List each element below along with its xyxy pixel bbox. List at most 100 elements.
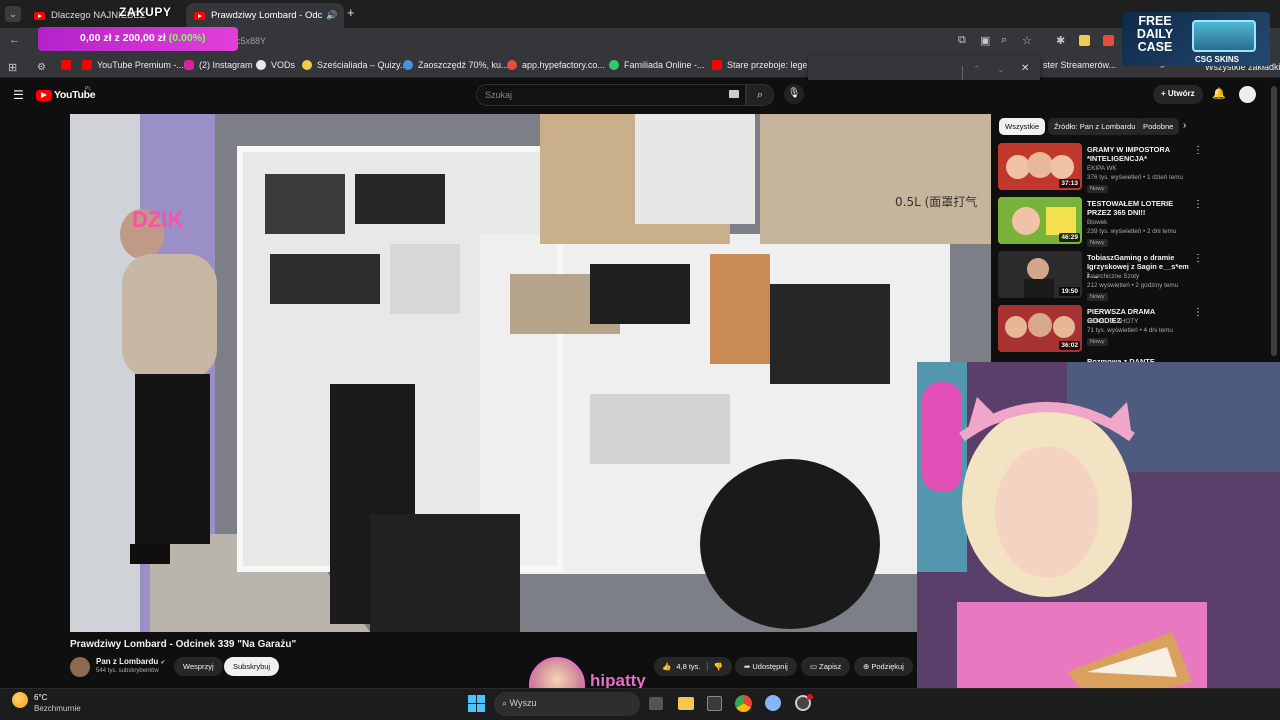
chip-similar[interactable]: Podobne xyxy=(1137,118,1180,135)
more-options-icon[interactable]: ⋮ xyxy=(1193,145,1203,156)
find-close-icon[interactable]: ✕ xyxy=(1021,63,1029,74)
search-button[interactable]: ⌕ xyxy=(746,84,774,106)
channel-avatar[interactable] xyxy=(70,657,90,677)
channel-name[interactable]: Pan z Lombardu ✔ xyxy=(96,657,166,666)
thanks-icon: ⊕ xyxy=(863,662,872,671)
related-thumbnail[interactable]: 19:50 xyxy=(998,251,1082,298)
weather-temp[interactable]: 6°C xyxy=(34,693,47,702)
save-button[interactable]: ▭ Zapisz xyxy=(801,657,851,676)
chip-all[interactable]: Wszystkie xyxy=(999,118,1046,135)
youtube-play-icon xyxy=(41,92,47,98)
like-count[interactable]: 4,8 tys. xyxy=(676,662,700,671)
bookmark-szescialiada[interactable]: Sześcialiada – Quizy... xyxy=(302,60,407,70)
bookmark-settings-icon[interactable]: ⚙ xyxy=(37,62,46,73)
address-bar[interactable]: c5x88Y xyxy=(236,36,266,46)
related-channel[interactable]: Blowek xyxy=(1087,219,1197,228)
file-explorer-icon[interactable] xyxy=(678,697,694,710)
bookmark-label: Zaoszczędź 70%, ku... xyxy=(418,60,509,70)
related-channel[interactable]: SERHITO SHOTY xyxy=(1087,318,1197,327)
related-channel[interactable]: EKIPA WK xyxy=(1087,165,1197,174)
related-thumbnail[interactable]: 46:29 xyxy=(998,197,1082,244)
save-icon: ▭ xyxy=(810,662,820,671)
like-dislike-group: 👍 4,8 tys. 👎 xyxy=(654,657,732,676)
page-icon[interactable]: ▣ xyxy=(980,34,990,47)
youtube-icon xyxy=(712,60,722,70)
cast-icon[interactable]: ⧉ xyxy=(958,34,966,47)
thanks-button[interactable]: ⊕ Podziękuj xyxy=(854,657,913,676)
shopping-goal-title: ZAKUPY xyxy=(119,5,172,19)
bookmark-vods[interactable]: VODs xyxy=(256,60,295,70)
chrome-icon[interactable] xyxy=(735,695,752,712)
youtube-tab-icon xyxy=(34,11,45,20)
tab-search-button[interactable]: ⌄ xyxy=(5,6,21,22)
apps-grid-icon[interactable]: ⊞ xyxy=(8,61,17,74)
promo-banner[interactable]: FREE DAILY CASE CSG SKINS xyxy=(1122,12,1270,66)
scrollbar[interactable] xyxy=(1271,86,1277,356)
store-icon[interactable] xyxy=(707,696,722,711)
windows-start-icon[interactable] xyxy=(468,695,486,713)
keyboard-icon[interactable] xyxy=(729,90,739,98)
settings-gear-icon[interactable] xyxy=(765,695,781,711)
chip-source[interactable]: Źródło: Pan z Lombardu xyxy=(1048,118,1142,135)
bookmark-label: ster Streamerów... xyxy=(1043,60,1117,70)
like-icon[interactable]: 👍 xyxy=(662,662,671,671)
related-title[interactable]: GRAMY W IMPOSTORA *INTELIGENCJA* xyxy=(1087,145,1191,163)
extension-yellow-icon[interactable] xyxy=(1079,35,1090,46)
share-button[interactable]: ➦ Udostępnij xyxy=(735,657,797,676)
bookmark-instagram[interactable]: (2) Instagram xyxy=(184,60,253,70)
more-options-icon[interactable]: ⋮ xyxy=(1193,307,1203,318)
task-view-icon[interactable] xyxy=(649,697,663,710)
search-input[interactable]: Szukaj xyxy=(476,84,746,106)
bookmark-hypefactory[interactable]: app.hypefactory.co... xyxy=(507,60,605,70)
related-meta: 212 wyświetleń • 2 godziny temu xyxy=(1087,282,1179,289)
weather-icon[interactable] xyxy=(12,692,28,708)
speaker-icon[interactable]: 🔊 xyxy=(326,10,337,21)
bookmark-label: Stare przeboje: lege... xyxy=(727,60,816,70)
more-options-icon[interactable]: ⋮ xyxy=(1193,199,1203,210)
zoom-icon[interactable]: ⌕ xyxy=(1001,34,1007,47)
bookmark-label: app.hypefactory.co... xyxy=(522,60,605,70)
bookmark-zaoszczedz[interactable]: Zaoszczędź 70%, ku... xyxy=(403,60,509,70)
chips-next-icon[interactable]: › xyxy=(1183,120,1186,131)
tab-prawdziwy-lombard[interactable]: Prawdziwy Lombard - Odc 🔊 ✕ xyxy=(186,3,344,28)
new-tab-icon[interactable]: + xyxy=(347,5,355,20)
extension-icon[interactable]: ✱ xyxy=(1056,34,1065,47)
avatar[interactable] xyxy=(1239,86,1256,103)
dislike-icon[interactable]: 👎 xyxy=(706,662,723,671)
related-thumbnail[interactable]: 37:13 xyxy=(998,143,1082,190)
instagram-icon xyxy=(184,60,194,70)
video-player[interactable]: DZIK 0.5L (面罩打气 xyxy=(70,114,991,632)
related-title[interactable]: TESTOWAŁEM LOTERIE PRZEZ 365 DNI!! xyxy=(1087,199,1191,217)
related-meta: 239 tys. wyświetleń • 2 dni temu xyxy=(1087,228,1177,235)
support-button[interactable]: Wesprzyj xyxy=(174,657,223,676)
search-icon: ⌕ xyxy=(502,698,510,708)
bookmark-streamerow[interactable]: ster Streamerów... xyxy=(1043,60,1116,70)
bookmark-youtube-premium[interactable]: YouTube Premium -... xyxy=(82,60,184,70)
find-prev-icon[interactable]: ⌃ xyxy=(973,64,981,75)
hypefactory-icon xyxy=(507,60,517,70)
related-thumbnail[interactable]: 36:02 xyxy=(998,305,1082,352)
find-next-icon[interactable]: ⌄ xyxy=(997,64,1005,75)
more-options-icon[interactable]: ⋮ xyxy=(1193,253,1203,264)
create-button[interactable]: + Utwórz xyxy=(1153,85,1203,104)
bookmark-label: (2) Instagram xyxy=(199,60,253,70)
new-badge: Nowy xyxy=(1087,239,1108,247)
bookmark-youtube-short[interactable] xyxy=(61,60,76,70)
box-text: 0.5L (面罩打气 xyxy=(895,194,977,209)
subscribe-button[interactable]: Subskrybuj xyxy=(224,657,280,676)
extension-red-icon[interactable] xyxy=(1103,35,1114,46)
video-duration: 19:50 xyxy=(1059,287,1080,296)
mic-icon[interactable]: 🎙 xyxy=(784,84,804,104)
menu-icon[interactable]: ☰ xyxy=(13,88,24,102)
streamer-webcam xyxy=(917,362,1280,720)
back-icon[interactable]: ← xyxy=(9,34,20,46)
bookmark-familiada[interactable]: Familiada Online -... xyxy=(609,60,705,70)
taskbar-search[interactable]: ⌕ Wyszu xyxy=(494,692,640,716)
related-channel[interactable]: Anarchiczne Szoty xyxy=(1087,273,1197,282)
weather-description[interactable]: Bezchmurnie xyxy=(34,704,81,713)
notifications-bell-icon[interactable]: 🔔 xyxy=(1212,87,1226,100)
bookmark-stare-przeboje[interactable]: Stare przeboje: lege... xyxy=(712,60,815,70)
neon-sign-text: DZIK xyxy=(132,207,183,232)
new-badge: Nowy xyxy=(1087,338,1108,346)
bookmark-star-icon[interactable]: ☆ xyxy=(1022,34,1032,47)
